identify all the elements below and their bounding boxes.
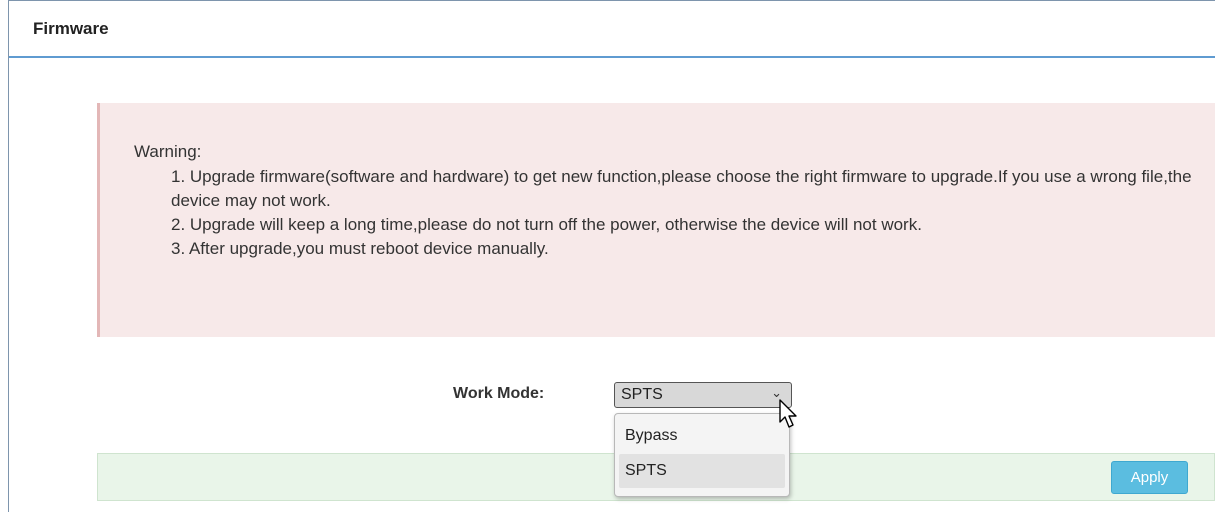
option-bypass[interactable]: Bypass bbox=[619, 419, 785, 453]
apply-button[interactable]: Apply bbox=[1111, 461, 1188, 494]
option-spts[interactable]: SPTS bbox=[619, 454, 785, 488]
page-title: Firmware bbox=[33, 19, 109, 38]
work-mode-select[interactable]: SPTS ⌄ bbox=[614, 382, 792, 408]
panel-header: Firmware bbox=[9, 1, 1215, 58]
mouse-pointer-icon bbox=[779, 399, 797, 428]
work-mode-label: Work Mode: bbox=[453, 385, 545, 402]
warning-item-1: 1. Upgrade firmware(software and hardwar… bbox=[171, 167, 1192, 210]
warning-item-3: 3. After upgrade,you must reboot device … bbox=[171, 239, 549, 258]
work-mode-dropdown: Bypass SPTS bbox=[614, 413, 790, 497]
warning-item-2: 2. Upgrade will keep a long time,please … bbox=[171, 215, 922, 234]
warning-label: Warning: bbox=[134, 142, 202, 161]
work-mode-selected-value: SPTS bbox=[621, 386, 663, 403]
warning-box: Warning: 1. Upgrade firmware(software an… bbox=[97, 103, 1215, 337]
firmware-panel: Firmware Warning: 1. Upgrade firmware(so… bbox=[8, 0, 1215, 512]
